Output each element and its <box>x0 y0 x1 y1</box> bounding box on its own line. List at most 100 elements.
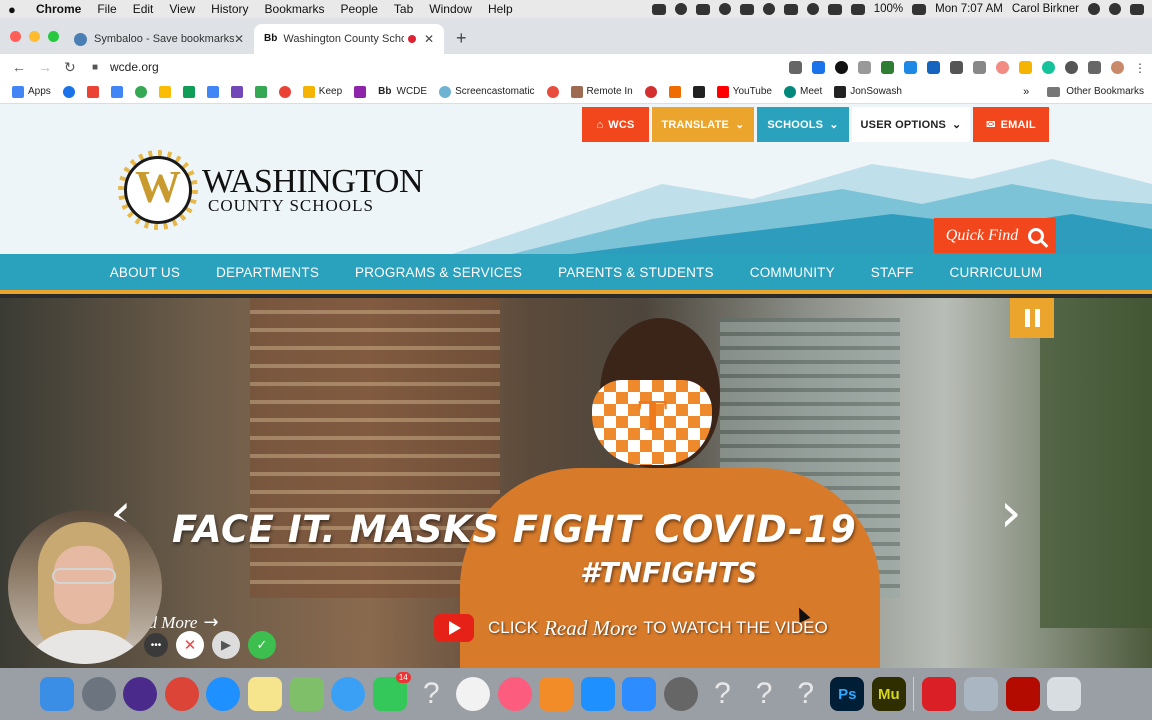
time-machine-icon[interactable] <box>762 3 775 15</box>
wifi-icon[interactable] <box>827 3 842 15</box>
user-options-button[interactable]: USER OPTIONS ⌄ <box>852 107 970 142</box>
tab-symbaloo[interactable]: Symbaloo - Save bookmarks a ✕ <box>64 24 254 54</box>
more-bookmarks-chevron-icon[interactable]: » <box>1023 86 1029 98</box>
url-text[interactable]: wcde.org <box>110 60 159 74</box>
gear-extension-icon[interactable] <box>1065 60 1078 74</box>
bookmark-drive[interactable] <box>158 85 171 98</box>
bookmark-photos[interactable] <box>278 85 291 98</box>
menu-clock[interactable]: Mon 7:07 AM <box>935 3 1003 15</box>
nav-staff[interactable]: STAFF <box>871 265 914 280</box>
back-arrow-icon[interactable]: ← <box>12 59 26 75</box>
menu-app-name[interactable]: Chrome <box>36 2 81 16</box>
nav-about-us[interactable]: ABOUT US <box>110 265 180 280</box>
bookmark-classroom[interactable] <box>182 85 195 98</box>
camera-icon[interactable] <box>789 60 802 74</box>
bookmark-maps[interactable] <box>254 85 267 98</box>
nav-parents-students[interactable]: PARENTS & STUDENTS <box>558 265 714 280</box>
grammarly-icon[interactable] <box>1042 60 1055 74</box>
volume-icon[interactable] <box>850 3 865 15</box>
bluetooth-icon[interactable] <box>806 3 819 15</box>
battery-icon[interactable] <box>912 3 927 15</box>
lock-icon[interactable]: ■ <box>92 62 98 73</box>
mail-status-icon[interactable] <box>695 3 710 15</box>
chrome-menu-icon[interactable]: ⋮ <box>1134 61 1146 75</box>
system-preferences-icon[interactable] <box>663 677 698 711</box>
nav-departments[interactable]: DEPARTMENTS <box>216 265 319 280</box>
pause-slider-button[interactable] <box>1010 298 1054 338</box>
new-tab-button[interactable]: + <box>456 28 467 49</box>
new-extension-icon[interactable] <box>904 60 917 74</box>
bookmark-pear[interactable] <box>354 85 367 98</box>
launchpad-icon[interactable] <box>81 677 116 711</box>
siri-icon[interactable] <box>123 677 158 711</box>
menu-file[interactable]: File <box>97 2 116 16</box>
stack-extension-icon[interactable] <box>973 60 986 74</box>
menu-people[interactable]: People <box>341 2 378 16</box>
bookmark-chrome[interactable] <box>62 85 75 98</box>
forward-arrow-icon[interactable]: → <box>38 59 52 75</box>
microphone-status-icon[interactable] <box>739 3 754 15</box>
zoom-icon[interactable] <box>622 677 657 711</box>
bookmark-gmail[interactable] <box>86 85 99 98</box>
bookmark-meet[interactable]: Meet <box>783 85 822 98</box>
app-store-icon[interactable] <box>580 677 615 711</box>
bookmark-target[interactable] <box>546 85 559 98</box>
other-bookmarks[interactable]: Other Bookmarks <box>1066 86 1144 97</box>
notification-center-icon[interactable] <box>1130 3 1144 15</box>
email-button[interactable]: ✉ EMAIL <box>973 107 1049 142</box>
unknown-app-icon[interactable]: ? <box>789 677 823 711</box>
quick-find-button[interactable]: Quick Find <box>934 218 1056 253</box>
music-icon[interactable] <box>497 677 532 711</box>
books-icon[interactable] <box>539 677 574 711</box>
photoshop-icon[interactable]: Ps <box>830 677 865 711</box>
bookmark-wcde[interactable]: Bb WCDE <box>378 86 427 97</box>
sync-status-icon[interactable] <box>674 3 687 15</box>
address-bar[interactable]: ■ wcde.org <box>92 56 789 78</box>
bookmark-red-circle[interactable] <box>644 85 657 98</box>
shield-extension-icon[interactable] <box>950 60 963 74</box>
hero-slider[interactable]: FACE IT. MASKS FIGHT COVID-19 #TNFIGHTS … <box>0 298 1152 668</box>
apple-icon[interactable]: ● <box>8 2 22 17</box>
bookmark-forms[interactable] <box>230 85 243 98</box>
bookmark-google[interactable] <box>134 85 147 98</box>
wcs-home-button[interactable]: ⌂ WCS <box>582 107 649 142</box>
profile-avatar[interactable] <box>1111 60 1124 74</box>
news-icon[interactable] <box>455 677 490 711</box>
creative-cloud-icon[interactable] <box>922 677 957 711</box>
close-window-icon[interactable] <box>10 31 21 42</box>
menu-view[interactable]: View <box>169 2 195 16</box>
bookmark-sp[interactable] <box>692 85 705 98</box>
district-logo[interactable]: W WASHINGTON COUNTY SCHOOLS <box>118 150 424 230</box>
circle-extension-icon[interactable] <box>996 60 1009 74</box>
unknown-app-icon[interactable]: ? <box>706 677 740 711</box>
menu-help[interactable]: Help <box>488 2 513 16</box>
bookmark-jonsowash[interactable]: JonSowash <box>834 85 902 98</box>
webcam-bubble[interactable] <box>8 510 162 664</box>
nav-community[interactable]: COMMUNITY <box>750 265 835 280</box>
minimize-window-icon[interactable] <box>29 31 40 42</box>
finder-icon[interactable] <box>40 677 74 711</box>
preview-icon[interactable] <box>964 677 999 711</box>
chrome-icon[interactable] <box>164 677 199 711</box>
close-tab-icon[interactable]: ✕ <box>234 32 244 46</box>
close-tab-icon[interactable]: ✕ <box>424 32 434 46</box>
spotlight-search-icon[interactable] <box>1088 3 1100 15</box>
extension-o-icon[interactable] <box>835 60 848 74</box>
acrobat-icon[interactable] <box>1005 677 1040 711</box>
unknown-app-icon[interactable]: ? <box>747 677 781 711</box>
screenshot-extension-icon[interactable] <box>881 60 894 74</box>
hand-extension-icon[interactable] <box>1019 60 1032 74</box>
menu-window[interactable]: Window <box>429 2 472 16</box>
messages-icon[interactable] <box>331 677 366 711</box>
tab-washington-county-schools[interactable]: Bb Washington County Schoo ✕ <box>254 24 444 54</box>
resume-recording-button[interactable]: ▶ <box>212 631 240 659</box>
menu-user[interactable]: Carol Birkner <box>1012 3 1079 15</box>
menu-history[interactable]: History <box>211 2 248 16</box>
muse-icon[interactable]: Mu <box>871 677 906 711</box>
facetime-icon[interactable]: 14 <box>372 672 411 711</box>
cloud-status-icon[interactable] <box>718 3 731 15</box>
nav-curriculum[interactable]: CURRICULUM <box>950 265 1043 280</box>
bookmark-apps[interactable]: Apps <box>12 85 51 98</box>
finish-recording-button[interactable]: ✓ <box>248 631 276 659</box>
bookmark-youtube[interactable]: YouTube <box>716 85 772 98</box>
